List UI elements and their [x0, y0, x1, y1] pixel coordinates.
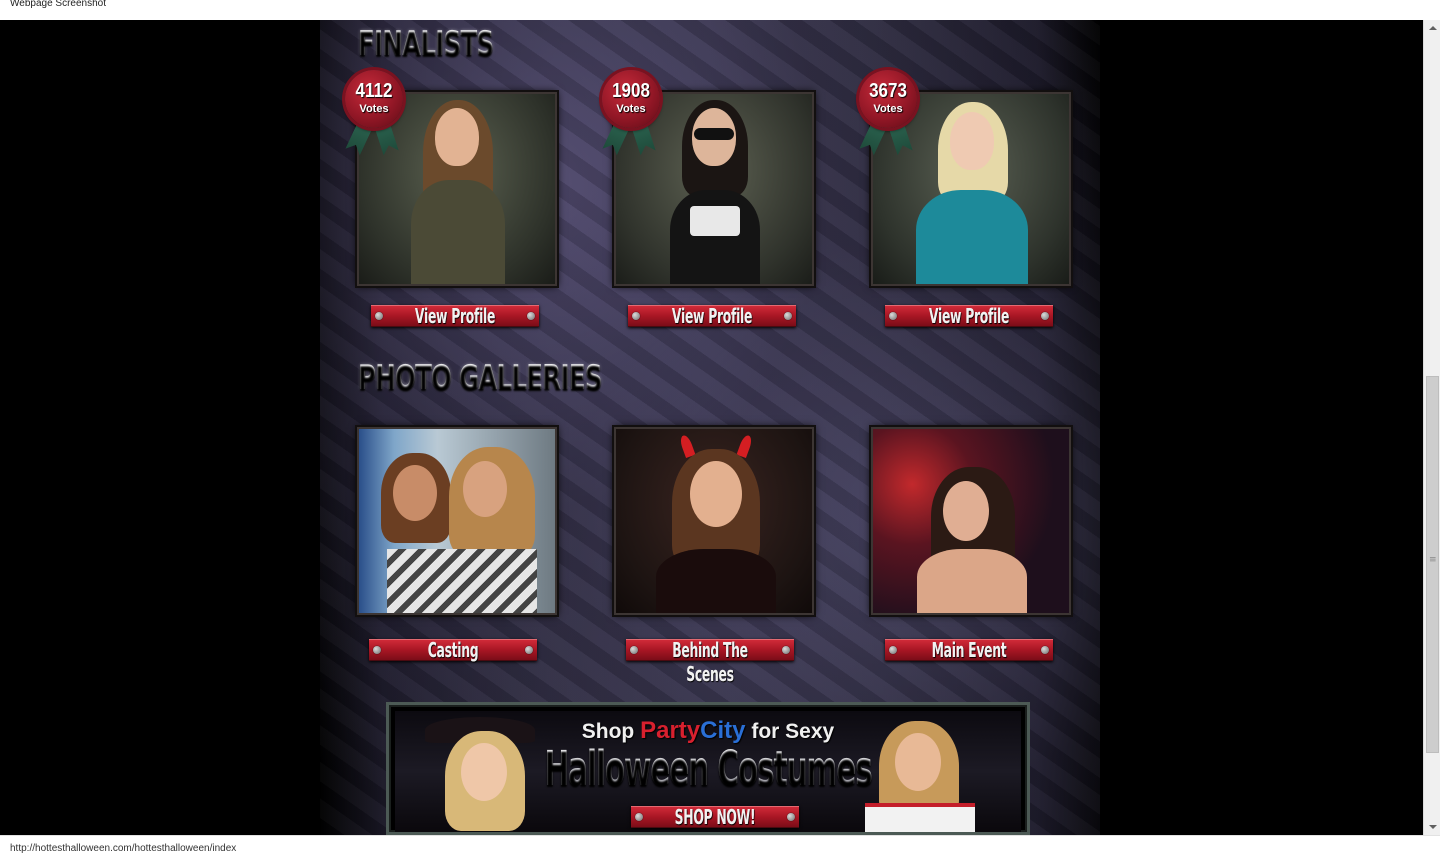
vote-count: 3673 — [869, 80, 907, 102]
button-label: View Profile — [414, 304, 496, 328]
finalists-heading: FINALISTS — [358, 24, 494, 64]
view-profile-button[interactable]: View Profile — [371, 304, 539, 328]
gallery-photo-behind-the-scenes[interactable] — [612, 425, 816, 617]
vote-rosette: 4112 Votes — [343, 70, 407, 162]
vote-rosette: 3673 Votes — [857, 70, 921, 162]
vote-label: Votes — [873, 103, 903, 115]
banner-inner: Shop PartyCity for Sexy Halloween Costum… — [395, 711, 1021, 832]
shop-now-button[interactable]: SHOP NOW! — [631, 805, 799, 829]
banner-brand-party: Party — [640, 717, 701, 744]
window-title: Webpage Screenshot — [10, 0, 106, 9]
content-stage: FINALISTS 4112 Votes View Profile 1908 V… — [320, 20, 1100, 835]
vote-count: 1908 — [612, 80, 650, 102]
status-bar: http://hottesthalloween.com/hottesthallo… — [0, 835, 1440, 855]
button-label: Casting — [427, 638, 479, 662]
gallery-photo-casting[interactable] — [355, 425, 559, 617]
button-label: View Profile — [671, 304, 753, 328]
view-profile-button[interactable]: View Profile — [885, 304, 1053, 328]
scroll-thumb[interactable] — [1426, 376, 1439, 753]
scroll-up-arrow-icon[interactable] — [1424, 20, 1440, 37]
button-label: Behind The Scenes — [672, 638, 748, 686]
banner-for-sexy-text: for Sexy — [751, 720, 835, 743]
gallery-photo-main-event[interactable] — [869, 425, 1073, 617]
window-title-bar: Webpage Screenshot — [0, 0, 1440, 20]
view-profile-button[interactable]: View Profile — [628, 304, 796, 328]
vote-rosette: 1908 Votes — [600, 70, 664, 162]
button-label: View Profile — [928, 304, 1010, 328]
vote-count: 4112 — [355, 80, 393, 102]
banner-title: Halloween Costumes — [514, 741, 902, 797]
galleries-heading: PHOTO GALLERIES — [358, 358, 602, 398]
behind-the-scenes-gallery-button[interactable]: Behind The Scenes — [626, 638, 794, 686]
scroll-down-arrow-icon[interactable] — [1424, 818, 1440, 835]
main-event-gallery-button[interactable]: Main Event — [885, 638, 1053, 662]
status-url: http://hottesthalloween.com/hottesthallo… — [10, 843, 237, 854]
sunglasses-icon — [694, 128, 734, 140]
button-label: SHOP NOW! — [674, 805, 756, 829]
banner-shop-text: Shop — [581, 720, 635, 743]
vote-label: Votes — [359, 103, 389, 115]
party-city-banner[interactable]: Shop PartyCity for Sexy Halloween Costum… — [386, 702, 1030, 835]
page-viewport: FINALISTS 4112 Votes View Profile 1908 V… — [0, 20, 1423, 835]
banner-brand-city: City — [700, 717, 746, 744]
button-label: Main Event — [931, 638, 1007, 662]
vertical-scrollbar[interactable] — [1423, 20, 1440, 835]
vote-label: Votes — [616, 103, 646, 115]
casting-gallery-button[interactable]: Casting — [369, 638, 537, 662]
